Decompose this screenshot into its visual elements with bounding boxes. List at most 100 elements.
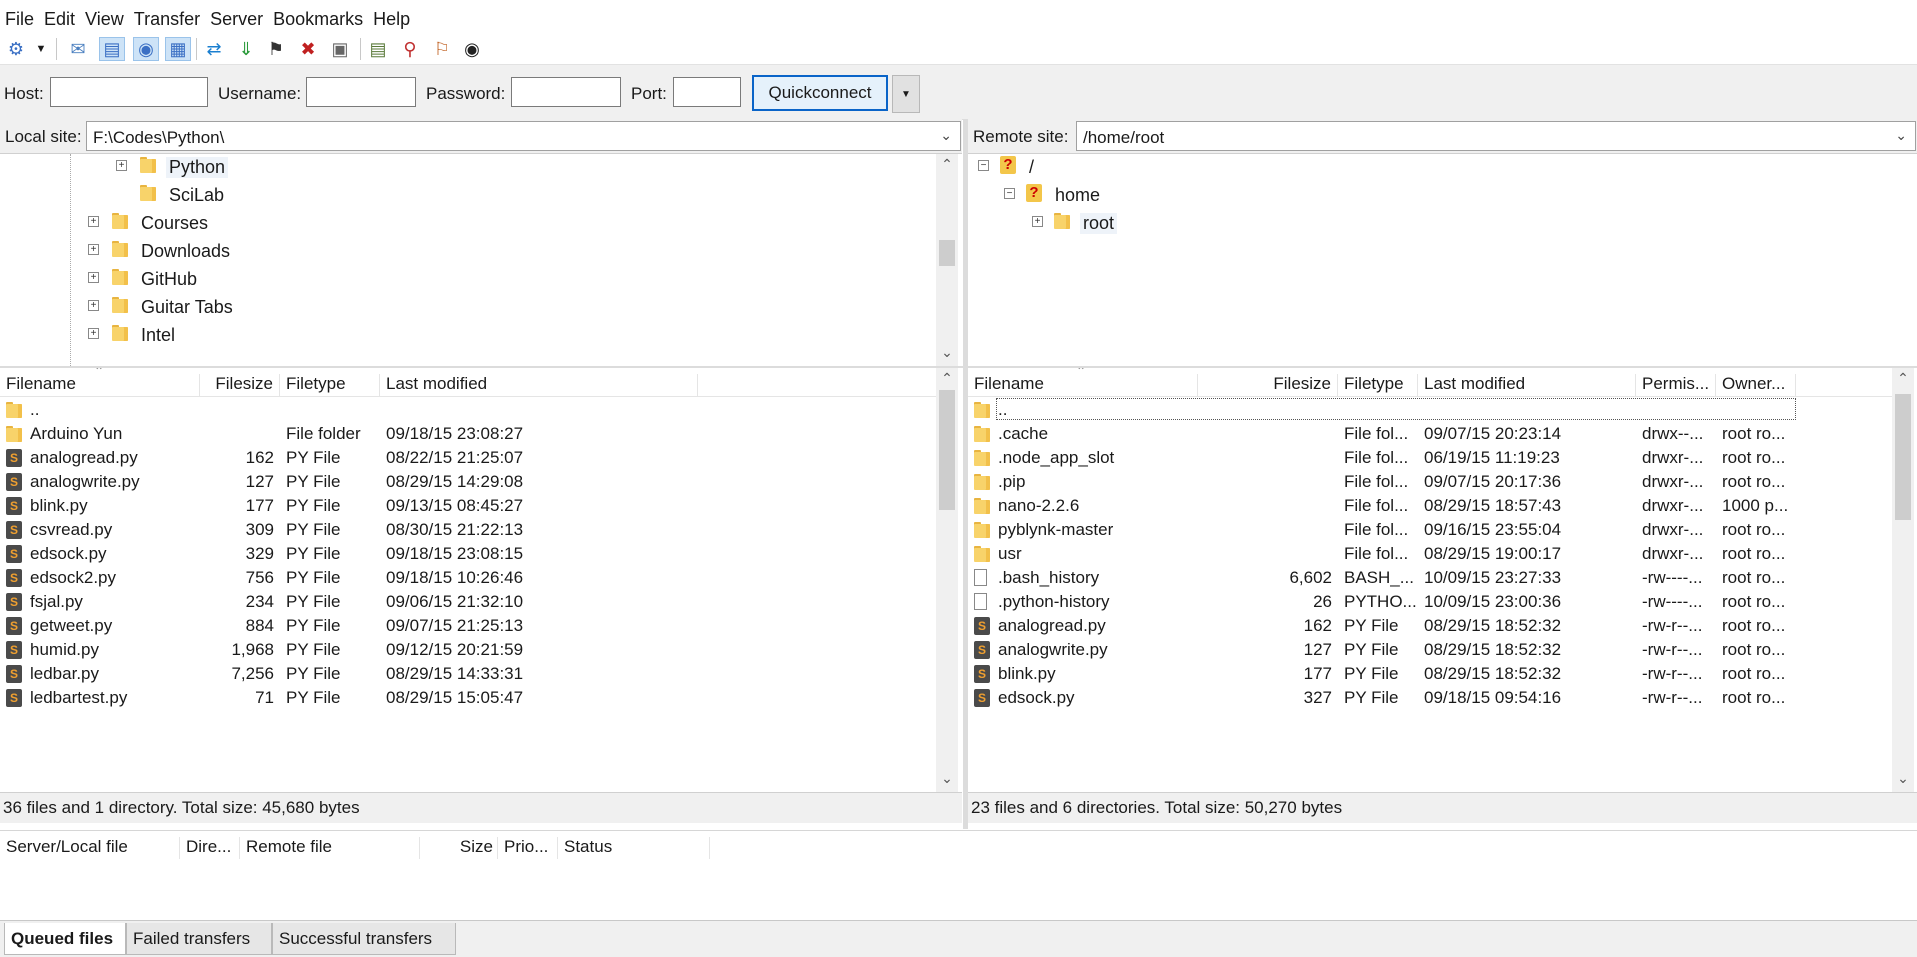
table-row[interactable]: Arduino Yun File folder 09/18/15 23:08:27 bbox=[0, 422, 936, 446]
table-row[interactable]: Sfsjal.py 234 PY File 09/06/15 21:32:10 bbox=[0, 590, 936, 614]
filter-icon[interactable]: ▤ bbox=[366, 38, 390, 60]
table-row[interactable]: Sgetweet.py 884 PY File 09/07/15 21:25:13 bbox=[0, 614, 936, 638]
site-manager-icon[interactable]: ⚙ bbox=[4, 38, 28, 60]
menu-bookmarks[interactable]: Bookmarks bbox=[268, 0, 368, 30]
compare-icon[interactable]: ⚲ bbox=[398, 38, 422, 60]
expand-icon[interactable]: + bbox=[88, 216, 99, 227]
scroll-down-icon[interactable]: ⌄ bbox=[936, 770, 958, 790]
menu-help[interactable]: Help bbox=[368, 0, 415, 30]
chevron-down-icon[interactable]: ⌄ bbox=[940, 127, 952, 144]
table-row[interactable]: nano-2.2.6 File fol... 08/29/15 18:57:43 dr… bbox=[968, 494, 1892, 518]
col-filename[interactable]: Filename bbox=[968, 374, 1198, 396]
parent-dir-row[interactable]: .. bbox=[0, 398, 936, 422]
local-tree-scrollbar[interactable]: ⌃ ⌄ bbox=[936, 154, 958, 366]
table-row[interactable]: Sblink.py 177 PY File 08/29/15 18:52:32 -rw-… bbox=[968, 662, 1892, 686]
col-server-local-file[interactable]: Server/Local file bbox=[0, 837, 180, 859]
table-row[interactable]: Sblink.py 177 PY File 09/13/15 08:45:27 bbox=[0, 494, 936, 518]
table-row[interactable]: Sanalogread.py 162 PY File 08/29/15 18:52:3… bbox=[968, 614, 1892, 638]
scroll-down-icon[interactable]: ⌄ bbox=[936, 344, 958, 364]
col-last-modified[interactable]: Last modified bbox=[380, 374, 698, 396]
quickconnect-dropdown-icon[interactable]: ▼ bbox=[892, 75, 920, 113]
host-input[interactable] bbox=[50, 77, 208, 107]
col-filesize[interactable]: Filesize bbox=[1198, 374, 1338, 396]
scroll-down-icon[interactable]: ⌄ bbox=[1892, 770, 1914, 790]
queue-list[interactable] bbox=[0, 860, 1917, 920]
tab-queued-files[interactable]: Queued files bbox=[4, 923, 126, 955]
col-filename[interactable]: Filename bbox=[0, 374, 200, 396]
tab-failed-transfers[interactable]: Failed transfers bbox=[126, 923, 272, 955]
queue-icon[interactable]: ▦ bbox=[165, 37, 191, 61]
expand-icon[interactable]: + bbox=[116, 160, 127, 171]
expand-icon[interactable]: + bbox=[88, 244, 99, 255]
table-row[interactable]: Sledbartest.py 71 PY File 08/29/15 15:05:47 bbox=[0, 686, 936, 710]
col-remote-file[interactable]: Remote file bbox=[240, 837, 420, 859]
table-row[interactable]: .bash_history 6,602 BASH_... 10/09/15 23:27… bbox=[968, 566, 1892, 590]
scroll-thumb[interactable] bbox=[1895, 394, 1911, 520]
table-row[interactable]: .pip File fol... 09/07/15 20:17:36 drwxr-..… bbox=[968, 470, 1892, 494]
message-log-icon[interactable]: ✉ bbox=[66, 38, 90, 60]
reconnect-icon[interactable]: ▣ bbox=[328, 38, 352, 60]
table-row[interactable]: Sanalogwrite.py 127 PY File 08/29/15 18:52:… bbox=[968, 638, 1892, 662]
col-priority[interactable]: Prio... bbox=[498, 837, 558, 859]
scroll-up-icon[interactable]: ⌃ bbox=[936, 370, 958, 390]
table-row[interactable]: Sedsock.py 329 PY File 09/18/15 23:08:15 bbox=[0, 542, 936, 566]
remote-tree-icon[interactable]: ◉ bbox=[133, 37, 159, 61]
menu-view[interactable]: View bbox=[80, 0, 129, 30]
collapse-icon[interactable]: − bbox=[1004, 188, 1015, 199]
remote-list-scrollbar[interactable]: ⌃ ⌄ bbox=[1892, 368, 1914, 792]
dropdown-icon[interactable]: ▼ bbox=[34, 38, 48, 60]
table-row[interactable]: Sedsock.py 327 PY File 09/18/15 09:54:16 -rw… bbox=[968, 686, 1892, 710]
col-last-modified[interactable]: Last modified bbox=[1418, 374, 1636, 396]
col-size[interactable]: Size bbox=[420, 837, 498, 859]
scroll-up-icon[interactable]: ⌃ bbox=[936, 156, 958, 176]
col-filetype[interactable]: Filetype bbox=[1338, 374, 1418, 396]
table-row[interactable]: Sedsock2.py 756 PY File 09/18/15 10:26:46 bbox=[0, 566, 936, 590]
menu-server[interactable]: Server bbox=[205, 0, 268, 30]
collapse-icon[interactable]: − bbox=[978, 160, 989, 171]
expand-icon[interactable]: + bbox=[88, 272, 99, 283]
col-status[interactable]: Status bbox=[558, 837, 710, 859]
menu-file[interactable]: File bbox=[0, 0, 39, 30]
expand-icon[interactable]: + bbox=[88, 300, 99, 311]
scroll-up-icon[interactable]: ⌃ bbox=[1892, 370, 1914, 390]
col-filetype[interactable]: Filetype bbox=[280, 374, 380, 396]
refresh-icon[interactable]: ⇄ bbox=[202, 38, 226, 60]
col-permissions[interactable]: Permis... bbox=[1636, 374, 1716, 396]
table-row[interactable]: Scsvread.py 309 PY File 08/30/15 21:22:13 bbox=[0, 518, 936, 542]
table-row[interactable]: .cache File fol... 09/07/15 20:23:14 drwx--… bbox=[968, 422, 1892, 446]
expand-icon[interactable]: + bbox=[88, 328, 99, 339]
password-input[interactable] bbox=[511, 77, 621, 107]
menu-transfer[interactable]: Transfer bbox=[129, 0, 205, 30]
parent-dir-row[interactable]: .. bbox=[968, 398, 1892, 422]
username-input[interactable] bbox=[306, 77, 416, 107]
quickconnect-button[interactable]: Quickconnect bbox=[752, 75, 888, 111]
disconnect-icon[interactable]: ✖ bbox=[296, 38, 320, 60]
table-row[interactable]: Sledbar.py 7,256 PY File 08/29/15 14:33:31 bbox=[0, 662, 936, 686]
local-tree-icon[interactable]: ▤ bbox=[99, 37, 125, 61]
remote-site-path[interactable]: /home/root ⌄ bbox=[1076, 121, 1916, 151]
table-row[interactable]: usr File fol... 08/29/15 19:00:17 drwxr-...… bbox=[968, 542, 1892, 566]
table-row[interactable]: Sanalogread.py 162 PY File 08/22/15 21:25:0… bbox=[0, 446, 936, 470]
expand-icon[interactable]: + bbox=[1032, 216, 1043, 227]
table-row[interactable]: Shumid.py 1,968 PY File 09/12/15 20:21:59 bbox=[0, 638, 936, 662]
col-owner[interactable]: Owner... bbox=[1716, 374, 1796, 396]
col-direction[interactable]: Dire... bbox=[180, 837, 240, 859]
local-site-path[interactable]: F:\Codes\Python\ ⌄ bbox=[86, 121, 961, 151]
process-queue-icon[interactable]: ⇓ bbox=[234, 38, 258, 60]
col-filesize[interactable]: Filesize bbox=[200, 374, 280, 396]
chevron-down-icon[interactable]: ⌄ bbox=[1895, 127, 1907, 144]
cancel-icon[interactable]: ⚑ bbox=[264, 38, 288, 60]
scroll-thumb[interactable] bbox=[939, 390, 955, 510]
sync-browse-icon[interactable]: ⚐ bbox=[430, 38, 454, 60]
tab-successful-transfers[interactable]: Successful transfers bbox=[272, 923, 456, 955]
search-icon[interactable]: ◉ bbox=[460, 38, 484, 60]
menubar: File Edit View Transfer Server Bookmarks Help bbox=[0, 0, 1917, 34]
table-row[interactable]: .python-history 26 PYTHO... 10/09/15 23:00:… bbox=[968, 590, 1892, 614]
table-row[interactable]: pyblynk-master File fol... 09/16/15 23:55:… bbox=[968, 518, 1892, 542]
scroll-thumb[interactable] bbox=[939, 240, 955, 266]
table-row[interactable]: Sanalogwrite.py 127 PY File 08/29/15 14:29:… bbox=[0, 470, 936, 494]
port-input[interactable] bbox=[673, 77, 741, 107]
menu-edit[interactable]: Edit bbox=[39, 0, 80, 30]
table-row[interactable]: .node_app_slot File fol... 06/19/15 11:19:… bbox=[968, 446, 1892, 470]
local-list-scrollbar[interactable]: ⌃ ⌄ bbox=[936, 368, 958, 792]
